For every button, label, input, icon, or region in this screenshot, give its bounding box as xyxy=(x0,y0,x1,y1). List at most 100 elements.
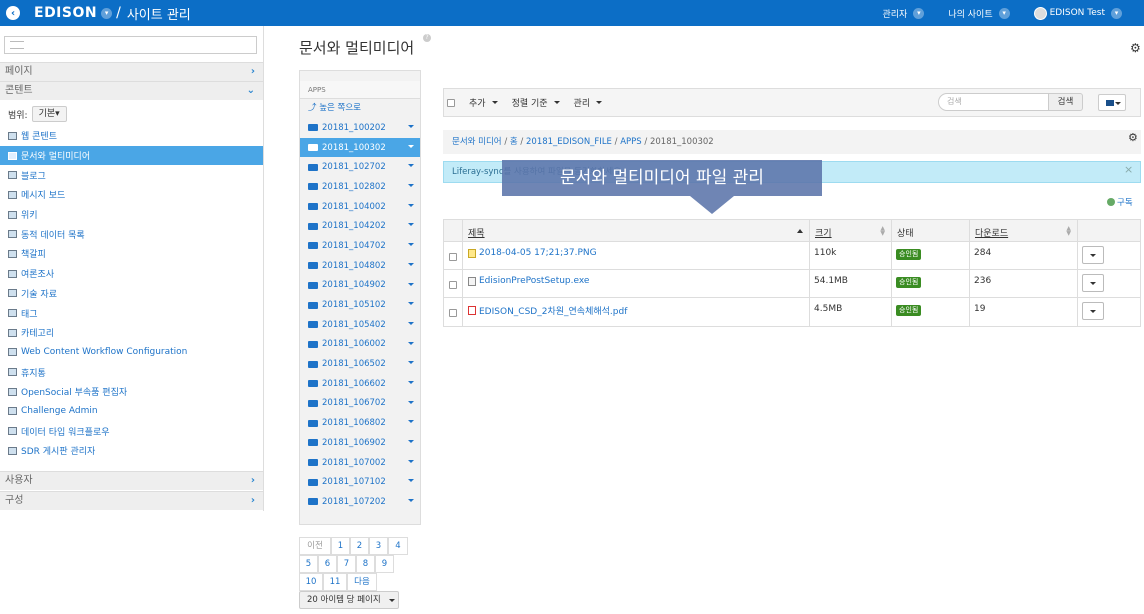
sidebar-item[interactable]: 웹 콘텐트 xyxy=(0,126,263,146)
sidebar-item[interactable]: OpenSocial 부속품 편집자 xyxy=(0,382,263,402)
folder-item[interactable]: 20181_106802 xyxy=(300,413,420,433)
sidebar-item[interactable]: 동적 데이터 목록 xyxy=(0,224,263,244)
chevron-down-icon[interactable] xyxy=(408,302,414,306)
chevron-down-icon[interactable] xyxy=(408,262,414,266)
chevron-down-icon[interactable] xyxy=(408,243,414,247)
folder-item[interactable]: 20181_106902 xyxy=(300,433,420,453)
sidebar-item[interactable]: 데이터 타입 워크플로우 xyxy=(0,421,263,441)
folder-item[interactable]: 20181_104802 xyxy=(300,256,420,276)
folder-item[interactable]: 20181_107202 xyxy=(300,492,420,512)
row-actions-button[interactable] xyxy=(1082,302,1104,320)
back-icon[interactable]: ‹ xyxy=(6,6,20,20)
chevron-down-icon[interactable] xyxy=(408,440,414,443)
folder-item[interactable]: 20181_106602 xyxy=(300,374,420,394)
page-link[interactable]: 8 xyxy=(356,555,375,573)
sidebar-item[interactable]: 메시지 보드 xyxy=(0,185,263,205)
page-link[interactable]: 1 xyxy=(331,537,350,555)
row-actions-button[interactable] xyxy=(1082,274,1104,292)
folder-item[interactable]: 20181_102702 xyxy=(300,157,420,177)
help-icon[interactable]: ? xyxy=(423,34,431,42)
folder-item[interactable]: 20181_107102 xyxy=(300,472,420,492)
chevron-down-icon[interactable] xyxy=(408,459,414,463)
folder-item[interactable]: 20181_100302 xyxy=(300,137,420,158)
folder-item[interactable]: 20181_105402 xyxy=(300,315,420,335)
sidebar-item[interactable]: Web Content Workflow Configuration xyxy=(0,343,263,363)
select-all-checkbox[interactable] xyxy=(447,98,455,107)
admin-menu[interactable]: 관리자 ▾ xyxy=(883,7,925,20)
row-checkbox[interactable] xyxy=(449,281,457,289)
page-link[interactable]: 4 xyxy=(388,537,408,555)
gear-icon[interactable]: ⚙ xyxy=(1128,131,1138,144)
chevron-down-icon[interactable] xyxy=(408,400,414,404)
my-sites-menu[interactable]: 나의 사이트 ▾ xyxy=(948,7,1010,20)
next-page-button[interactable]: 다음 xyxy=(347,573,377,591)
chevron-down-icon[interactable] xyxy=(408,479,414,483)
page-link[interactable]: 2 xyxy=(350,537,369,555)
folder-item[interactable]: 20181_106002 xyxy=(300,335,420,355)
folder-item[interactable]: 20181_106502 xyxy=(300,354,420,374)
sidebar-search-input[interactable] xyxy=(4,36,257,54)
site-dropdown-icon[interactable]: ▾ xyxy=(101,7,113,19)
page-link[interactable]: 7 xyxy=(337,555,356,573)
row-actions-button[interactable] xyxy=(1082,246,1104,264)
section-config[interactable]: 구성 › xyxy=(0,491,263,510)
section-users[interactable]: 사용자 › xyxy=(0,471,263,490)
items-per-page-button[interactable]: 20 아이템 당 페이지 xyxy=(299,591,399,609)
folder-item[interactable]: 20181_104902 xyxy=(300,276,420,296)
sidebar-item[interactable]: SDR 게시판 관리자 xyxy=(0,441,263,461)
header-size[interactable]: 크기 ▲ ▼ xyxy=(810,220,892,241)
file-link[interactable]: EdisionPrePostSetup.exe xyxy=(468,276,589,286)
chevron-down-icon[interactable] xyxy=(408,341,414,345)
sidebar-item[interactable]: Challenge Admin xyxy=(0,402,263,422)
search-input[interactable]: 검색 xyxy=(938,93,1049,111)
page-link[interactable]: 11 xyxy=(323,573,347,591)
page-link[interactable]: 3 xyxy=(369,537,388,555)
sidebar-item[interactable]: 태그 xyxy=(0,303,263,323)
page-link[interactable]: 10 xyxy=(299,573,323,591)
sidebar-item[interactable]: 휴지통 xyxy=(0,362,263,382)
breadcrumb-item[interactable]: APPS xyxy=(620,137,641,147)
row-checkbox[interactable] xyxy=(449,253,457,261)
chevron-down-icon[interactable] xyxy=(408,203,414,207)
chevron-down-icon[interactable] xyxy=(408,223,414,227)
folder-item[interactable]: 20181_104002 xyxy=(300,197,420,217)
user-menu[interactable]: EDISON Test ▾ xyxy=(1033,6,1122,20)
chevron-down-icon[interactable] xyxy=(408,420,414,424)
breadcrumb-item[interactable]: 20181_EDISON_FILE xyxy=(526,137,612,147)
chevron-down-icon[interactable] xyxy=(408,380,414,384)
subscribe-link[interactable]: 구독 xyxy=(1107,196,1133,208)
section-content[interactable]: 콘텐트 ⌄ xyxy=(0,81,263,100)
folder-item[interactable]: 20181_107002 xyxy=(300,453,420,473)
breadcrumb-item[interactable]: 홈 xyxy=(510,137,518,147)
row-checkbox[interactable] xyxy=(449,309,457,317)
folder-item[interactable]: 20181_100202 xyxy=(300,118,420,138)
close-icon[interactable]: × xyxy=(1124,163,1133,176)
chevron-down-icon[interactable] xyxy=(408,361,414,365)
sidebar-item[interactable]: 위키 xyxy=(0,205,263,225)
breadcrumb-item[interactable]: 문서와 미디어 xyxy=(452,137,502,147)
sidebar-item[interactable]: 여론조사 xyxy=(0,264,263,284)
sidebar-item[interactable]: 책갈피 xyxy=(0,244,263,264)
display-style-button[interactable] xyxy=(1098,94,1126,111)
sort-button[interactable]: 정렬 기준 xyxy=(512,96,560,109)
chevron-down-icon[interactable] xyxy=(408,125,414,128)
sidebar-item[interactable]: 기술 자료 xyxy=(0,284,263,304)
folder-item[interactable]: 20181_105102 xyxy=(300,295,420,315)
header-title[interactable]: 제목 xyxy=(463,220,810,241)
chevron-down-icon[interactable] xyxy=(408,144,414,148)
folder-item[interactable]: 20181_106702 xyxy=(300,394,420,414)
site-name[interactable]: EDISON xyxy=(34,5,97,21)
prev-page-button[interactable]: 이전 xyxy=(299,537,331,555)
folder-item[interactable]: 20181_102802 xyxy=(300,177,420,197)
sidebar-item[interactable]: 카테고리 xyxy=(0,323,263,343)
page-link[interactable]: 5 xyxy=(299,555,318,573)
chevron-down-icon[interactable] xyxy=(408,499,414,503)
scope-button[interactable]: 기본▾ xyxy=(31,106,67,122)
sidebar-item[interactable]: 블로그 xyxy=(0,165,263,185)
folder-item[interactable]: 20181_104702 xyxy=(300,236,420,256)
manage-button[interactable]: 관리 xyxy=(574,96,603,109)
gear-icon[interactable]: ⚙ xyxy=(1130,41,1141,55)
up-level-link[interactable]: ⤴ 높은 쪽으로 xyxy=(300,99,420,118)
search-button[interactable]: 검색 xyxy=(1049,93,1083,111)
chevron-down-icon[interactable] xyxy=(408,164,414,168)
